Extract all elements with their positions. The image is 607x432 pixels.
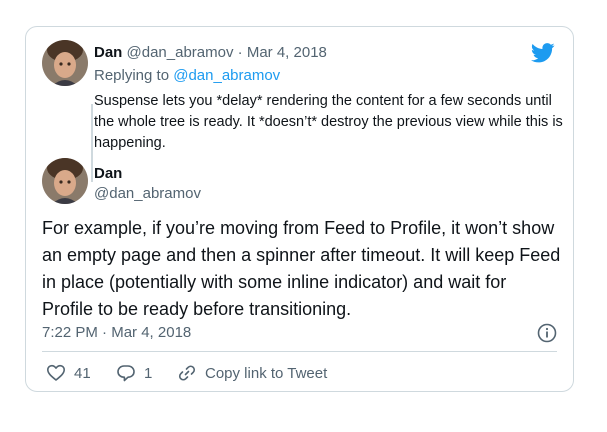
reply-count: 1: [144, 364, 153, 382]
copy-link-label: Copy link to Tweet: [205, 364, 328, 382]
tweet-timestamp[interactable]: 7:22 PM · Mar 4, 2018: [42, 323, 191, 343]
replying-to-handle[interactable]: @dan_abramov: [173, 67, 280, 84]
reply-tweet-text: Suspense lets you *delay* rendering the …: [94, 93, 563, 151]
copy-link-button[interactable]: Copy link to Tweet: [177, 363, 327, 383]
author-handle[interactable]: @dan_abramov: [94, 184, 201, 204]
replying-to-prefix: Replying to: [94, 67, 170, 84]
info-icon[interactable]: [537, 323, 557, 343]
author-handle[interactable]: @dan_abramov: [127, 44, 234, 61]
reply-tweet-header: Dan @dan_abramov · Mar 4, 2018: [94, 43, 327, 63]
tweet-date[interactable]: Mar 4, 2018: [247, 44, 327, 61]
heart-icon: [46, 363, 66, 383]
reply-button[interactable]: 1: [116, 363, 152, 383]
divider: [42, 351, 557, 352]
twitter-logo-icon[interactable]: [531, 43, 555, 65]
embedded-tweet-card: Dan @dan_abramov · Mar 4, 2018 Replying …: [25, 26, 574, 392]
separator: ·: [102, 324, 108, 341]
tweet-time[interactable]: 7:22 PM: [42, 324, 98, 341]
link-icon: [177, 363, 197, 383]
avatar[interactable]: [42, 158, 88, 204]
like-button[interactable]: 41: [46, 363, 91, 383]
replying-to-line: Replying to @dan_abramov: [94, 66, 280, 86]
main-tweet-text: For example, if you’re moving from Feed …: [42, 218, 561, 319]
author-name[interactable]: Dan: [94, 44, 122, 61]
author-name[interactable]: Dan: [94, 165, 122, 183]
thread-connector-line: [91, 104, 93, 182]
separator: ·: [237, 44, 243, 61]
avatar[interactable]: [42, 40, 88, 86]
reply-bubble-icon: [116, 363, 136, 383]
like-count: 41: [74, 364, 91, 382]
tweet-date[interactable]: Mar 4, 2018: [111, 324, 191, 341]
